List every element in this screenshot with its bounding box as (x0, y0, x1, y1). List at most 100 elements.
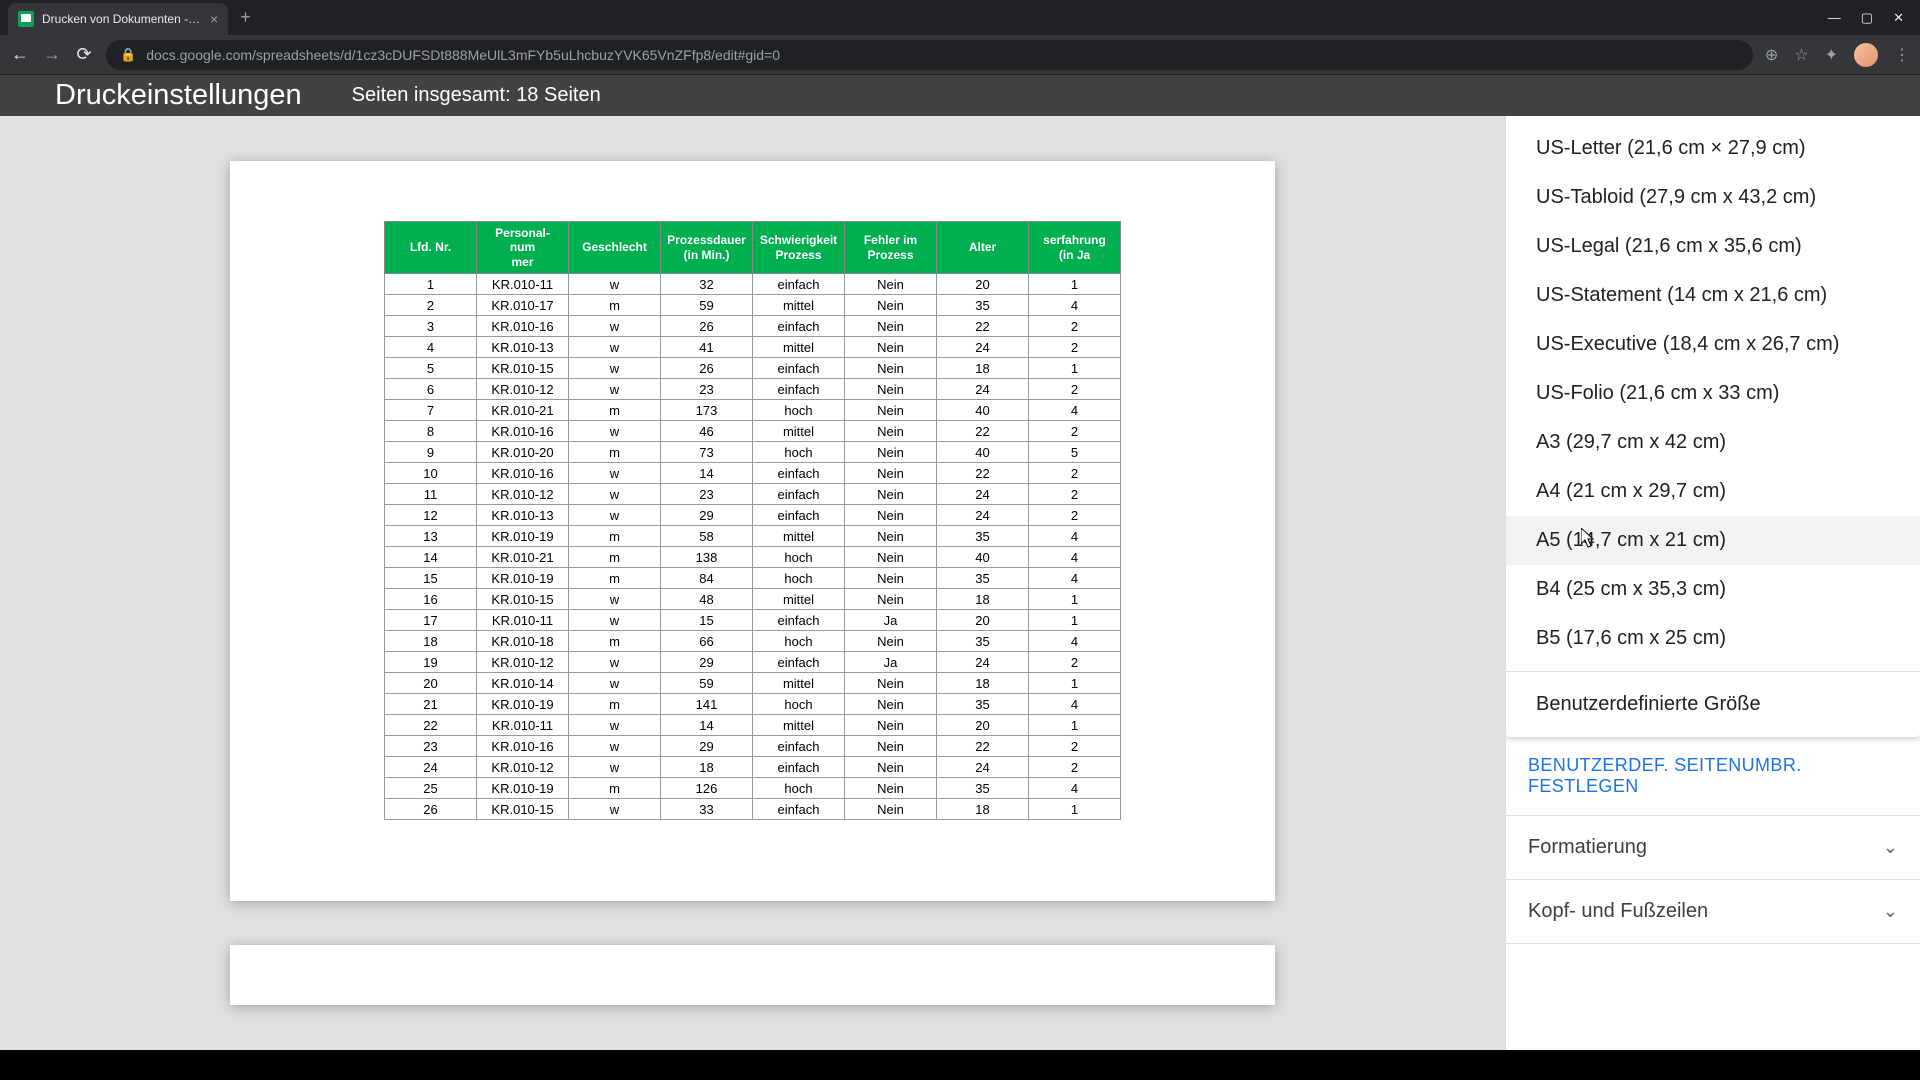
table-row: 17KR.010-11w15einfachJa201 (385, 610, 1121, 631)
table-cell: 4 (1029, 778, 1121, 799)
paper-size-option[interactable]: A5 (14,7 cm x 21 cm) (1506, 516, 1920, 565)
paper-size-option[interactable]: B4 (25 cm x 35,3 cm) (1506, 565, 1920, 614)
table-cell: Nein (845, 358, 937, 379)
paper-size-option[interactable]: US-Folio (21,6 cm x 33 cm) (1506, 369, 1920, 418)
paper-size-option[interactable]: B5 (17,6 cm x 25 cm) (1506, 614, 1920, 663)
forward-button[interactable]: → (42, 44, 62, 65)
paper-size-option[interactable]: A3 (29,7 cm x 42 cm) (1506, 418, 1920, 467)
table-cell: hoch (753, 568, 845, 589)
table-cell: m (569, 631, 661, 652)
table-cell: KR.010-20 (477, 442, 569, 463)
table-cell: KR.010-11 (477, 715, 569, 736)
table-cell: KR.010-16 (477, 316, 569, 337)
table-cell: 29 (661, 652, 753, 673)
table-cell: 8 (385, 421, 477, 442)
table-cell: mittel (753, 589, 845, 610)
table-cell: 4 (1029, 400, 1121, 421)
table-cell: 14 (661, 463, 753, 484)
table-cell: KR.010-18 (477, 631, 569, 652)
table-cell: w (569, 358, 661, 379)
table-cell: 15 (385, 568, 477, 589)
close-tab-icon[interactable]: × (210, 11, 218, 27)
table-row: 12KR.010-13w29einfachNein242 (385, 505, 1121, 526)
paper-size-option[interactable]: A4 (21 cm x 29,7 cm) (1506, 467, 1920, 516)
table-cell: m (569, 568, 661, 589)
table-row: 6KR.010-12w23einfachNein242 (385, 379, 1121, 400)
close-window-icon[interactable]: ✕ (1893, 10, 1904, 26)
table-cell: 2 (1029, 484, 1121, 505)
table-cell: Nein (845, 463, 937, 484)
table-cell: 18 (937, 799, 1029, 820)
table-cell: einfach (753, 274, 845, 295)
table-cell: 41 (661, 337, 753, 358)
table-cell: 10 (385, 463, 477, 484)
formatting-section[interactable]: Formatierung ⌄ (1506, 816, 1920, 880)
paper-size-option[interactable]: US-Legal (21,6 cm x 35,6 cm) (1506, 222, 1920, 271)
table-cell: 40 (937, 547, 1029, 568)
table-cell: 173 (661, 400, 753, 421)
table-cell: 2 (1029, 505, 1121, 526)
custom-pagebreak-link[interactable]: BENUTZERDEF. SEITENUMBR. FESTLEGEN (1506, 737, 1920, 816)
menu-icon[interactable]: ⋮ (1894, 45, 1910, 65)
new-tab-button[interactable]: + (240, 7, 251, 28)
bookmark-icon[interactable]: ☆ (1794, 45, 1808, 65)
table-cell: 58 (661, 526, 753, 547)
table-cell: KR.010-16 (477, 421, 569, 442)
table-cell: 1 (1029, 673, 1121, 694)
table-cell: 16 (385, 589, 477, 610)
maximize-icon[interactable]: ▢ (1861, 10, 1873, 26)
url-text: docs.google.com/spreadsheets/d/1cz3cDUFS… (146, 47, 780, 63)
table-cell: einfach (753, 799, 845, 820)
table-row: 20KR.010-14w59mittelNein181 (385, 673, 1121, 694)
table-cell: w (569, 316, 661, 337)
table-row: 25KR.010-19m126hochNein354 (385, 778, 1121, 799)
table-cell: 4 (1029, 547, 1121, 568)
paper-size-dropdown: US-Letter (21,6 cm × 27,9 cm)US-Tabloid … (1506, 116, 1920, 737)
headers-footers-section[interactable]: Kopf- und Fußzeilen ⌄ (1506, 880, 1920, 944)
avatar[interactable] (1854, 43, 1878, 67)
paper-size-custom[interactable]: Benutzerdefinierte Größe (1506, 680, 1920, 729)
table-cell: 35 (937, 295, 1029, 316)
table-cell: 2 (1029, 757, 1121, 778)
table-cell: 2 (1029, 379, 1121, 400)
table-row: 3KR.010-16w26einfachNein222 (385, 316, 1121, 337)
table-cell: KR.010-19 (477, 778, 569, 799)
preview-page-2 (230, 945, 1275, 1005)
table-cell: Nein (845, 631, 937, 652)
table-cell: 22 (937, 421, 1029, 442)
table-cell: 23 (661, 379, 753, 400)
table-cell: 2 (1029, 463, 1121, 484)
table-cell: 18 (937, 358, 1029, 379)
table-cell: w (569, 421, 661, 442)
table-cell: 14 (385, 547, 477, 568)
url-bar[interactable]: 🔒 docs.google.com/spreadsheets/d/1cz3cDU… (106, 40, 1753, 70)
table-cell: w (569, 337, 661, 358)
table-row: 13KR.010-19m58mittelNein354 (385, 526, 1121, 547)
table-cell: 32 (661, 274, 753, 295)
table-cell: 46 (661, 421, 753, 442)
minimize-icon[interactable]: — (1828, 10, 1841, 26)
table-cell: Nein (845, 757, 937, 778)
zoom-icon[interactable]: ⊕ (1765, 45, 1778, 65)
table-cell: 21 (385, 694, 477, 715)
table-cell: 35 (937, 526, 1029, 547)
table-cell: Ja (845, 610, 937, 631)
paper-size-option[interactable]: US-Statement (14 cm x 21,6 cm) (1506, 271, 1920, 320)
table-cell: 22 (937, 736, 1029, 757)
paper-size-option[interactable]: US-Tabloid (27,9 cm x 43,2 cm) (1506, 173, 1920, 222)
paper-size-option[interactable]: US-Executive (18,4 cm x 26,7 cm) (1506, 320, 1920, 369)
print-preview-area[interactable]: Lfd. Nr.Personal-nummerGeschlechtProzess… (0, 116, 1505, 1050)
table-cell: 23 (661, 484, 753, 505)
table-cell: KR.010-16 (477, 736, 569, 757)
back-button[interactable]: ← (10, 44, 30, 65)
reload-button[interactable]: ⟳ (74, 44, 94, 65)
table-cell: 35 (937, 778, 1029, 799)
table-cell: 5 (1029, 442, 1121, 463)
table-cell: 18 (937, 673, 1029, 694)
table-cell: 4 (1029, 295, 1121, 316)
table-cell: 4 (385, 337, 477, 358)
paper-size-option[interactable]: US-Letter (21,6 cm × 27,9 cm) (1506, 124, 1920, 173)
extensions-icon[interactable]: ✦ (1825, 45, 1838, 65)
browser-tab[interactable]: Drucken von Dokumenten - Goo... × (8, 3, 228, 35)
table-cell: hoch (753, 442, 845, 463)
